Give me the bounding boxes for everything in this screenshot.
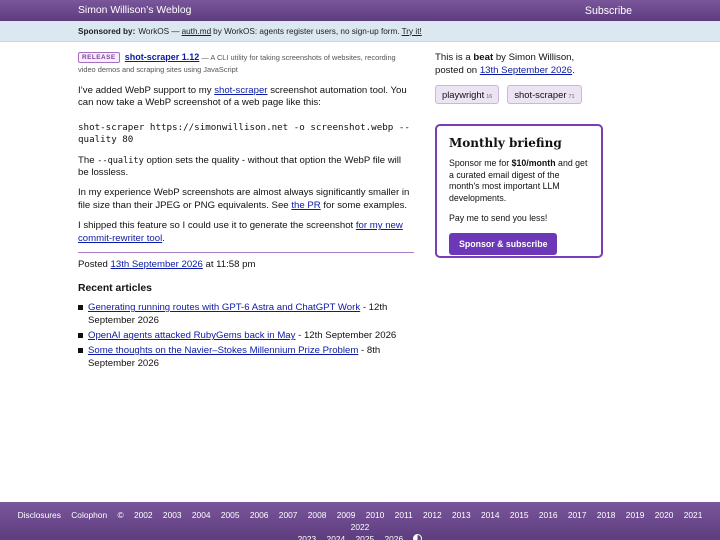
footer-year-link[interactable]: 2020 [655,510,674,520]
shot-scraper-link[interactable]: shot-scraper [214,85,267,96]
beat-date-link[interactable]: 13th September 2026 [480,65,572,76]
p4-text-before: I shipped this feature so I could use it… [78,220,354,232]
footer-year-link[interactable]: 2022 [351,522,370,532]
recent-article-link[interactable]: Some thoughts on the Navier–Stokes Mille… [88,345,358,356]
footer-year-link[interactable]: 2008 [308,510,327,520]
sponsor-text-after: by WorkOS: agents register users, no sig… [213,26,400,36]
monthly-briefing-box: Monthly briefing Sponsor me for $10/mont… [435,124,603,259]
recent-article-link[interactable]: OpenAI agents attacked RubyGems back in … [88,330,295,341]
footer-link-disclosures[interactable]: Disclosures [18,510,61,520]
posted-time: at 11:58 pm [205,259,256,271]
p3-text-after: for some examples. [323,199,408,211]
footer-year-link[interactable]: 2019 [626,510,645,520]
footer-year-link[interactable]: 2014 [481,510,500,520]
briefing-price: $10/month [511,158,556,169]
beat-info: This is a beat by Simon Willison, posted… [435,52,605,77]
sponsor-text-before: WorkOS — [138,26,180,36]
release-title-link[interactable]: shot-scraper 1.12 [125,52,200,62]
list-item: OpenAI agents attacked RubyGems back in … [78,329,414,342]
footer-year-link[interactable]: 2023 [298,534,317,540]
tag-label: shot-scraper [514,89,567,101]
tag-count: 16 [486,94,493,101]
footer-year-link[interactable]: 2024 [327,534,346,540]
tag-playwright[interactable]: playwright 16 [435,85,500,105]
copyright-symbol: © [117,510,124,520]
code-block: shot-scraper https://simonwillison.net -… [78,121,410,146]
posted-date-link[interactable]: 13th September 2026 [111,259,203,270]
site-header: Simon Willison’s Weblog Subscribe [0,0,720,21]
beat-end: . [572,64,575,76]
footer-year-link[interactable]: 2026 [384,534,403,540]
list-item: Generating running routes with GPT-6 Ast… [78,301,414,327]
posted-line: Posted 13th September 2026 at 11:58 pm [78,259,414,271]
tag-list: playwright 16 shot-scraper 71 [435,85,605,105]
tag-count: 71 [568,94,575,101]
footer-link-colophon[interactable]: Colophon [71,510,107,520]
footer-year-link[interactable]: 2010 [366,510,385,520]
briefing-pay-text: Pay me to send you less! [449,212,548,223]
footer-year-link[interactable]: 2002 [134,510,153,520]
footer-row-2: 2023 2024 2025 2026 [0,533,720,540]
sidebar: This is a beat by Simon Willison, posted… [435,52,605,259]
paragraph-3: In my experience WebP screenshots are al… [78,187,414,212]
inline-code-quality: --quality [97,155,144,166]
site-title-link[interactable]: Simon Willison’s Weblog [78,5,191,16]
footer-year-link[interactable]: 2005 [221,510,240,520]
sponsor-link[interactable]: auth.md [182,27,212,36]
sponsor-label: Sponsored by: [78,26,136,36]
footer-year-link[interactable]: 2025 [356,534,375,540]
footer-year-link[interactable]: 2018 [597,510,616,520]
p4-text-after: . [162,232,165,244]
footer-year-link[interactable]: 2015 [510,510,529,520]
beat-word: beat [473,52,494,63]
sponsor-cta-link[interactable]: Try it! [402,27,422,36]
release-line: RELEASE shot-scraper 1.12 — A CLI utilit… [78,52,414,75]
footer-year-link[interactable]: 2012 [423,510,442,520]
footer-row-1: Disclosures Colophon © 2002 2003 2004 20… [0,509,720,533]
release-badge: RELEASE [78,52,120,63]
footer-year-link[interactable]: 2009 [337,510,356,520]
recent-articles-list: Generating running routes with GPT-6 Ast… [78,301,414,370]
p2-text-before: The [78,154,95,166]
footer-year-link[interactable]: 2006 [250,510,269,520]
posted-label: Posted [78,259,108,271]
paragraph-4: I shipped this feature so I could use it… [78,220,414,245]
site-footer: Disclosures Colophon © 2002 2003 2004 20… [0,502,720,540]
subscribe-link[interactable]: Subscribe [585,5,632,17]
footer-year-link[interactable]: 2011 [395,510,413,520]
tag-shot-scraper[interactable]: shot-scraper 71 [507,85,582,105]
footer-year-link[interactable]: 2013 [452,510,471,520]
footer-year-link[interactable]: 2017 [568,510,587,520]
briefing-text-before: Sponsor me for [449,158,510,169]
briefing-description: Sponsor me for $10/month and get a curat… [449,158,589,204]
paragraph-2: The --quality option sets the quality - … [78,155,414,180]
briefing-title: Monthly briefing [449,136,562,151]
divider [78,252,414,254]
footer-year-link[interactable]: 2021 [684,510,703,520]
sponsor-bar: Sponsored by: WorkOS — auth.md by WorkOS… [0,21,720,42]
list-item: Some thoughts on the Navier–Stokes Mille… [78,344,414,370]
sponsor-subscribe-button[interactable]: Sponsor & subscribe [449,233,558,256]
theme-toggle-icon[interactable] [413,534,423,540]
footer-year-link[interactable]: 2007 [279,510,298,520]
footer-year-link[interactable]: 2004 [192,510,211,520]
beat-prefix: This is a [435,52,471,63]
paragraph-1: I’ve added WebP support to my shot-scrap… [78,85,414,110]
main-column: RELEASE shot-scraper 1.12 — A CLI utilit… [78,52,414,372]
recent-articles-heading: Recent articles [78,283,152,295]
footer-year-link[interactable]: 2016 [539,510,558,520]
recent-article-link[interactable]: Generating running routes with GPT-6 Ast… [88,302,360,313]
tag-label: playwright [442,89,485,101]
pr-link[interactable]: the PR [291,200,320,211]
footer-year-link[interactable]: 2003 [163,510,182,520]
p1-text-before: I’ve added WebP support to my [78,85,212,96]
recent-article-date: - 12th September 2026 [298,330,397,342]
